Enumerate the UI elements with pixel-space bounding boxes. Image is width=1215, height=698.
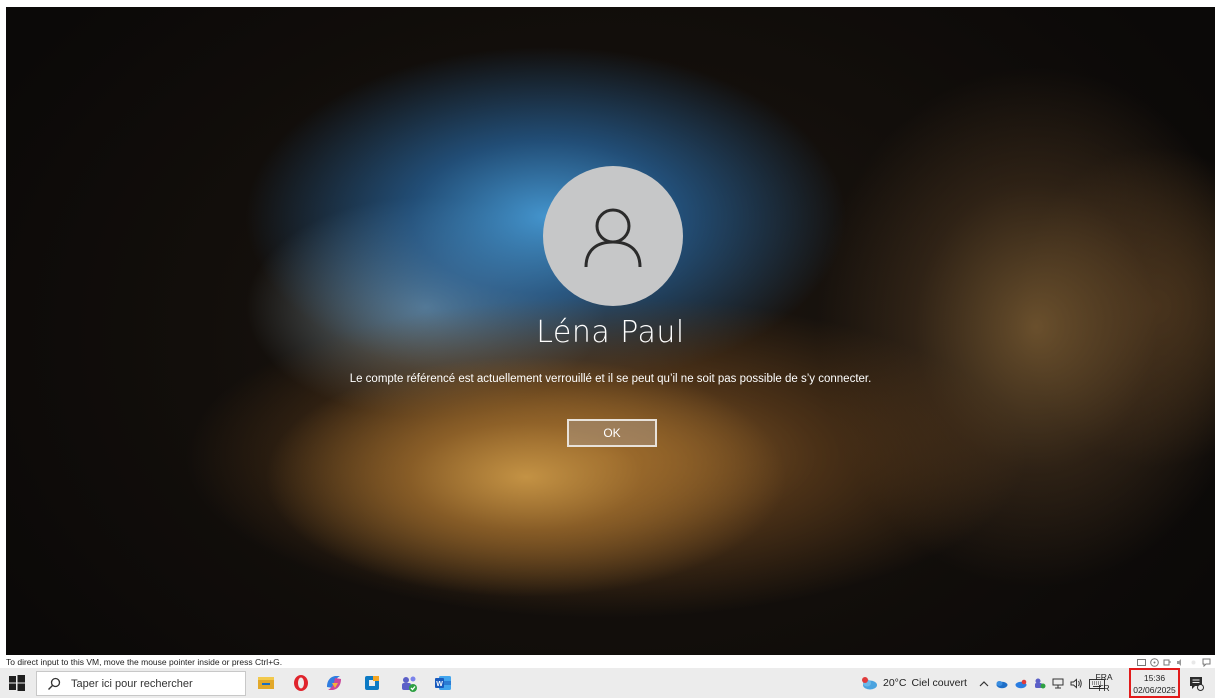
copilot-button[interactable] bbox=[322, 671, 346, 695]
cd-status-icon[interactable] bbox=[1150, 657, 1159, 667]
copilot-icon bbox=[327, 676, 341, 690]
user-icon bbox=[584, 208, 642, 268]
separator-icon bbox=[1189, 658, 1198, 667]
office-icon bbox=[365, 676, 379, 690]
language-code: FRA bbox=[1095, 672, 1113, 682]
account-locked-message: Le compte référencé est actuellement ver… bbox=[349, 373, 872, 385]
file-explorer-button[interactable] bbox=[254, 671, 278, 695]
volume-icon[interactable] bbox=[1070, 674, 1083, 693]
system-tray bbox=[979, 668, 1105, 698]
message-icon[interactable] bbox=[1202, 658, 1211, 667]
clock-time: 15:36 bbox=[1143, 673, 1166, 683]
start-button[interactable] bbox=[8, 674, 26, 692]
keyboard-layout: FR bbox=[1098, 683, 1110, 693]
clock[interactable]: 15:36 02/06/2025 bbox=[1129, 668, 1180, 698]
weather-condition: Ciel couvert bbox=[911, 677, 967, 689]
chevron-up-icon[interactable] bbox=[979, 674, 989, 693]
opera-icon bbox=[294, 675, 308, 691]
windows-icon bbox=[9, 675, 25, 691]
taskbar: W 20°C Ciel couvert bbox=[0, 668, 1215, 698]
vm-toolbar bbox=[1137, 656, 1211, 668]
teams-button[interactable] bbox=[397, 671, 421, 695]
search-icon bbox=[48, 677, 61, 690]
ok-button[interactable]: OK bbox=[567, 419, 657, 447]
user-avatar bbox=[543, 166, 683, 306]
weather-temperature: 20°C bbox=[883, 677, 907, 689]
search-input[interactable] bbox=[69, 676, 223, 691]
clock-date: 02/06/2025 bbox=[1133, 685, 1176, 695]
input-language[interactable]: FRA FR bbox=[1094, 672, 1114, 694]
user-name: Léna Paul bbox=[536, 315, 685, 350]
onedrive-business-icon[interactable] bbox=[1014, 674, 1027, 693]
weather-widget[interactable]: 20°C Ciel couvert bbox=[860, 668, 967, 698]
usb-status-icon[interactable] bbox=[1163, 658, 1172, 667]
word-button[interactable]: W bbox=[431, 671, 455, 695]
vm-hint-text: To direct input to this VM, move the mou… bbox=[6, 657, 283, 667]
network-status-icon[interactable] bbox=[1137, 658, 1146, 667]
teams-tray-icon[interactable] bbox=[1033, 674, 1046, 693]
word-icon: W bbox=[435, 676, 451, 690]
teams-icon bbox=[402, 676, 417, 692]
svg-text:W: W bbox=[436, 681, 443, 688]
onedrive-icon[interactable] bbox=[995, 674, 1008, 693]
office-button[interactable] bbox=[360, 671, 384, 695]
opera-button[interactable] bbox=[289, 671, 313, 695]
cloud-icon bbox=[862, 677, 877, 690]
vm-display[interactable]: Léna Paul Le compte référencé est actuel… bbox=[6, 7, 1215, 655]
network-icon[interactable] bbox=[1052, 674, 1064, 693]
sound-status-icon[interactable] bbox=[1176, 658, 1185, 667]
taskbar-search[interactable] bbox=[36, 671, 246, 696]
notification-icon bbox=[1190, 677, 1204, 691]
vm-input-hint: To direct input to this VM, move the mou… bbox=[0, 656, 1215, 668]
file-explorer-icon bbox=[258, 677, 274, 689]
notification-center-button[interactable] bbox=[1188, 675, 1204, 691]
